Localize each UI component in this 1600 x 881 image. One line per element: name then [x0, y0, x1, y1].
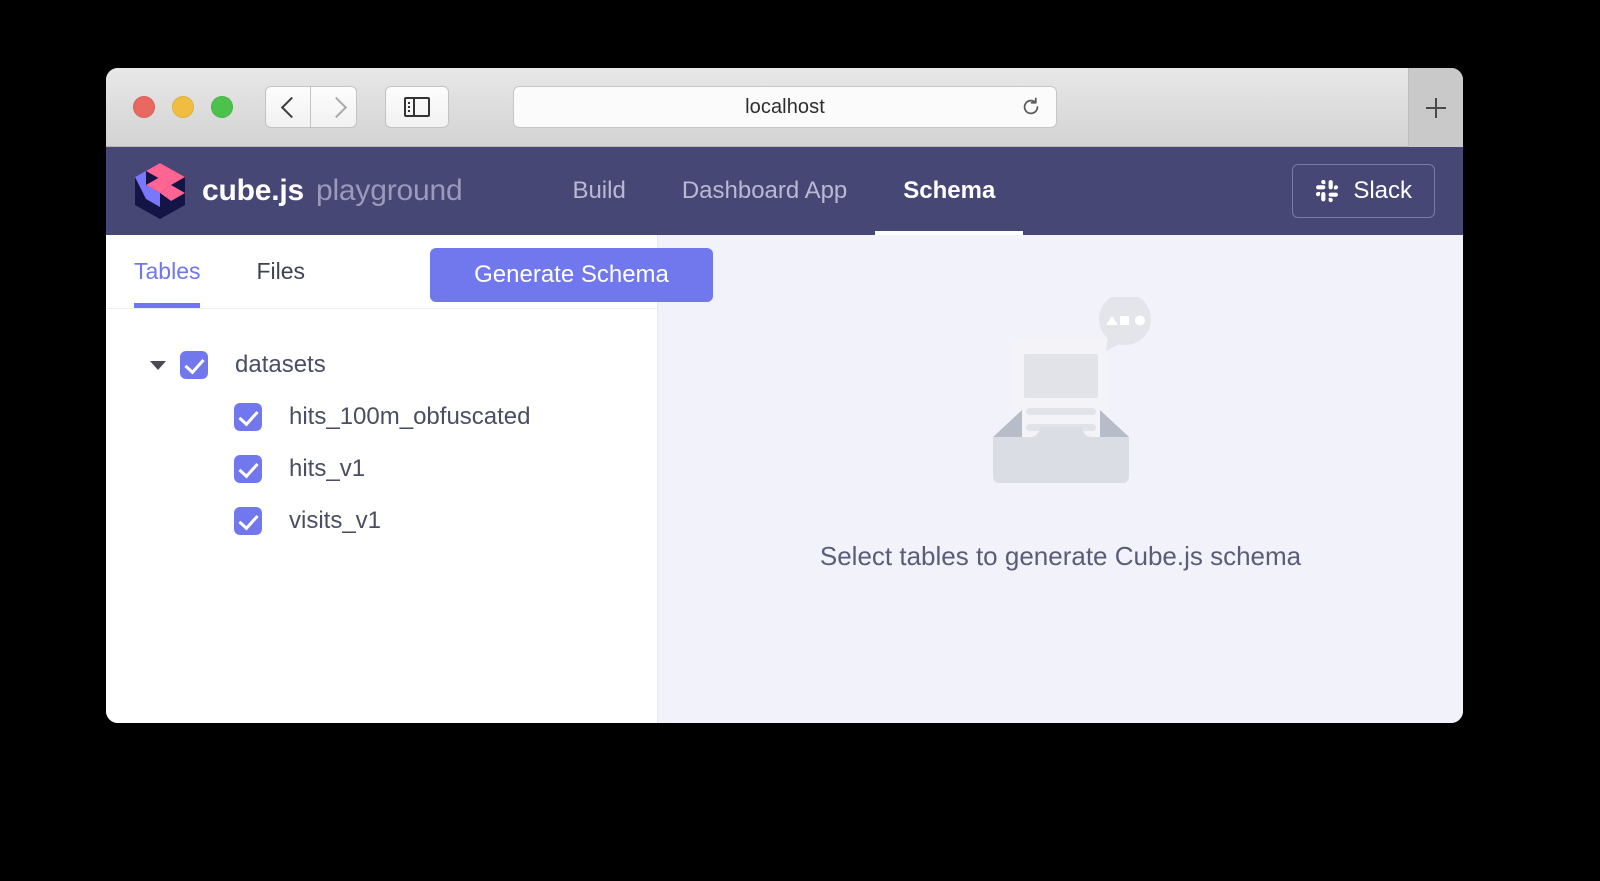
sidebar-tabs-row: Tables Files Generate Schema [106, 235, 713, 309]
schema-main-panel: Select tables to generate Cube.js schema [658, 235, 1463, 723]
new-tab-button[interactable] [1408, 68, 1463, 147]
chevron-down-icon[interactable] [150, 360, 166, 370]
cube-js-logo-icon [135, 163, 185, 219]
close-window-button[interactable] [133, 96, 155, 118]
checkbox-checked-icon[interactable] [234, 507, 262, 535]
tree-row-datasets[interactable]: datasets [106, 339, 657, 391]
app-body: Tables Files Generate Schema datasets hi… [106, 235, 1463, 723]
tree-label-hits-100m-obfuscated: hits_100m_obfuscated [289, 403, 531, 430]
empty-state-message: Select tables to generate Cube.js schema [819, 540, 1302, 571]
chevron-left-icon [282, 96, 295, 118]
tree-label-hits-v1: hits_v1 [289, 455, 366, 482]
tree-row-hits-v1[interactable]: hits_v1 [106, 443, 657, 495]
browser-window: localhost cube.js playground Build Dashb… [106, 68, 1463, 723]
schema-sidebar: Tables Files Generate Schema datasets hi… [106, 235, 713, 723]
minimize-window-button[interactable] [172, 96, 194, 118]
url-text: localhost [745, 95, 825, 118]
sidebar-toggle-button-wrap [385, 86, 449, 128]
maximize-window-button[interactable] [211, 96, 233, 118]
main-nav: Build Dashboard App Schema [544, 147, 1024, 235]
checkbox-checked-icon[interactable] [234, 455, 262, 483]
checkbox-checked-icon[interactable] [180, 351, 208, 379]
tables-tree: datasets hits_100m_obfuscated hits_v1 vi… [106, 309, 657, 547]
slack-icon [1316, 179, 1339, 203]
tree-row-visits-v1[interactable]: visits_v1 [106, 495, 657, 547]
address-bar[interactable]: localhost [513, 86, 1057, 128]
plus-icon [1426, 97, 1446, 118]
empty-inbox-illustration-icon [992, 296, 1151, 483]
tab-tables[interactable]: Tables [134, 235, 201, 308]
app-header: cube.js playground Build Dashboard App S… [106, 147, 1463, 235]
checkbox-checked-icon[interactable] [234, 403, 262, 431]
tree-label-visits-v1: visits_v1 [289, 507, 382, 534]
nav-item-schema[interactable]: Schema [875, 147, 1024, 235]
navigation-buttons [265, 86, 357, 128]
nav-item-build[interactable]: Build [544, 147, 653, 235]
window-traffic-lights [133, 96, 233, 118]
forward-button[interactable] [311, 86, 357, 128]
back-button[interactable] [265, 86, 311, 128]
generate-schema-button[interactable]: Generate Schema [430, 248, 713, 302]
nav-item-dashboard-app[interactable]: Dashboard App [654, 147, 875, 235]
browser-toolbar: localhost [106, 68, 1463, 147]
tree-row-hits-100m-obfuscated[interactable]: hits_100m_obfuscated [106, 391, 657, 443]
slack-button-label: Slack [1353, 177, 1412, 204]
brand[interactable]: cube.js playground [134, 163, 463, 219]
tree-label-datasets: datasets [235, 351, 326, 378]
reload-icon[interactable] [1020, 96, 1042, 118]
sidebar-toggle-button[interactable] [385, 86, 449, 128]
brand-name: cube.js [202, 174, 304, 207]
brand-suffix: playground [315, 174, 463, 207]
tab-files[interactable]: Files [256, 235, 305, 308]
slack-button[interactable]: Slack [1292, 164, 1435, 218]
sidebar-toggle-icon [404, 97, 430, 117]
chevron-right-icon [327, 96, 340, 118]
